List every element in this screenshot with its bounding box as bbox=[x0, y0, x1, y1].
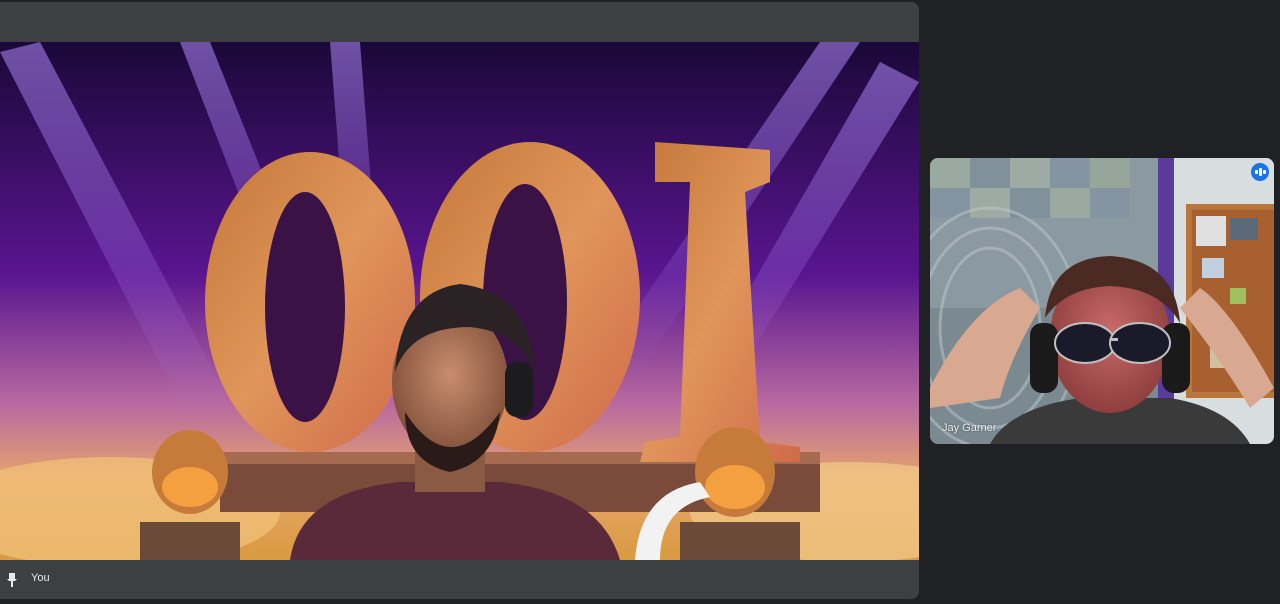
pin-icon[interactable] bbox=[6, 573, 18, 587]
remote-video-feed bbox=[930, 158, 1274, 444]
remote-participant-tile[interactable]: Jay Garner bbox=[930, 158, 1274, 444]
self-participant-name: You bbox=[31, 572, 50, 584]
tile-bottom-bar: You bbox=[0, 560, 919, 599]
self-view-tile[interactable]: You bbox=[0, 2, 919, 599]
tile-top-bar bbox=[0, 2, 919, 42]
virtual-background-image bbox=[0, 42, 919, 560]
meeting-stage: You Jay Garner bbox=[0, 0, 1280, 604]
self-video-feed bbox=[0, 42, 919, 560]
remote-participant-name: Jay Garner bbox=[942, 422, 997, 434]
audio-level-icon bbox=[1251, 163, 1269, 181]
